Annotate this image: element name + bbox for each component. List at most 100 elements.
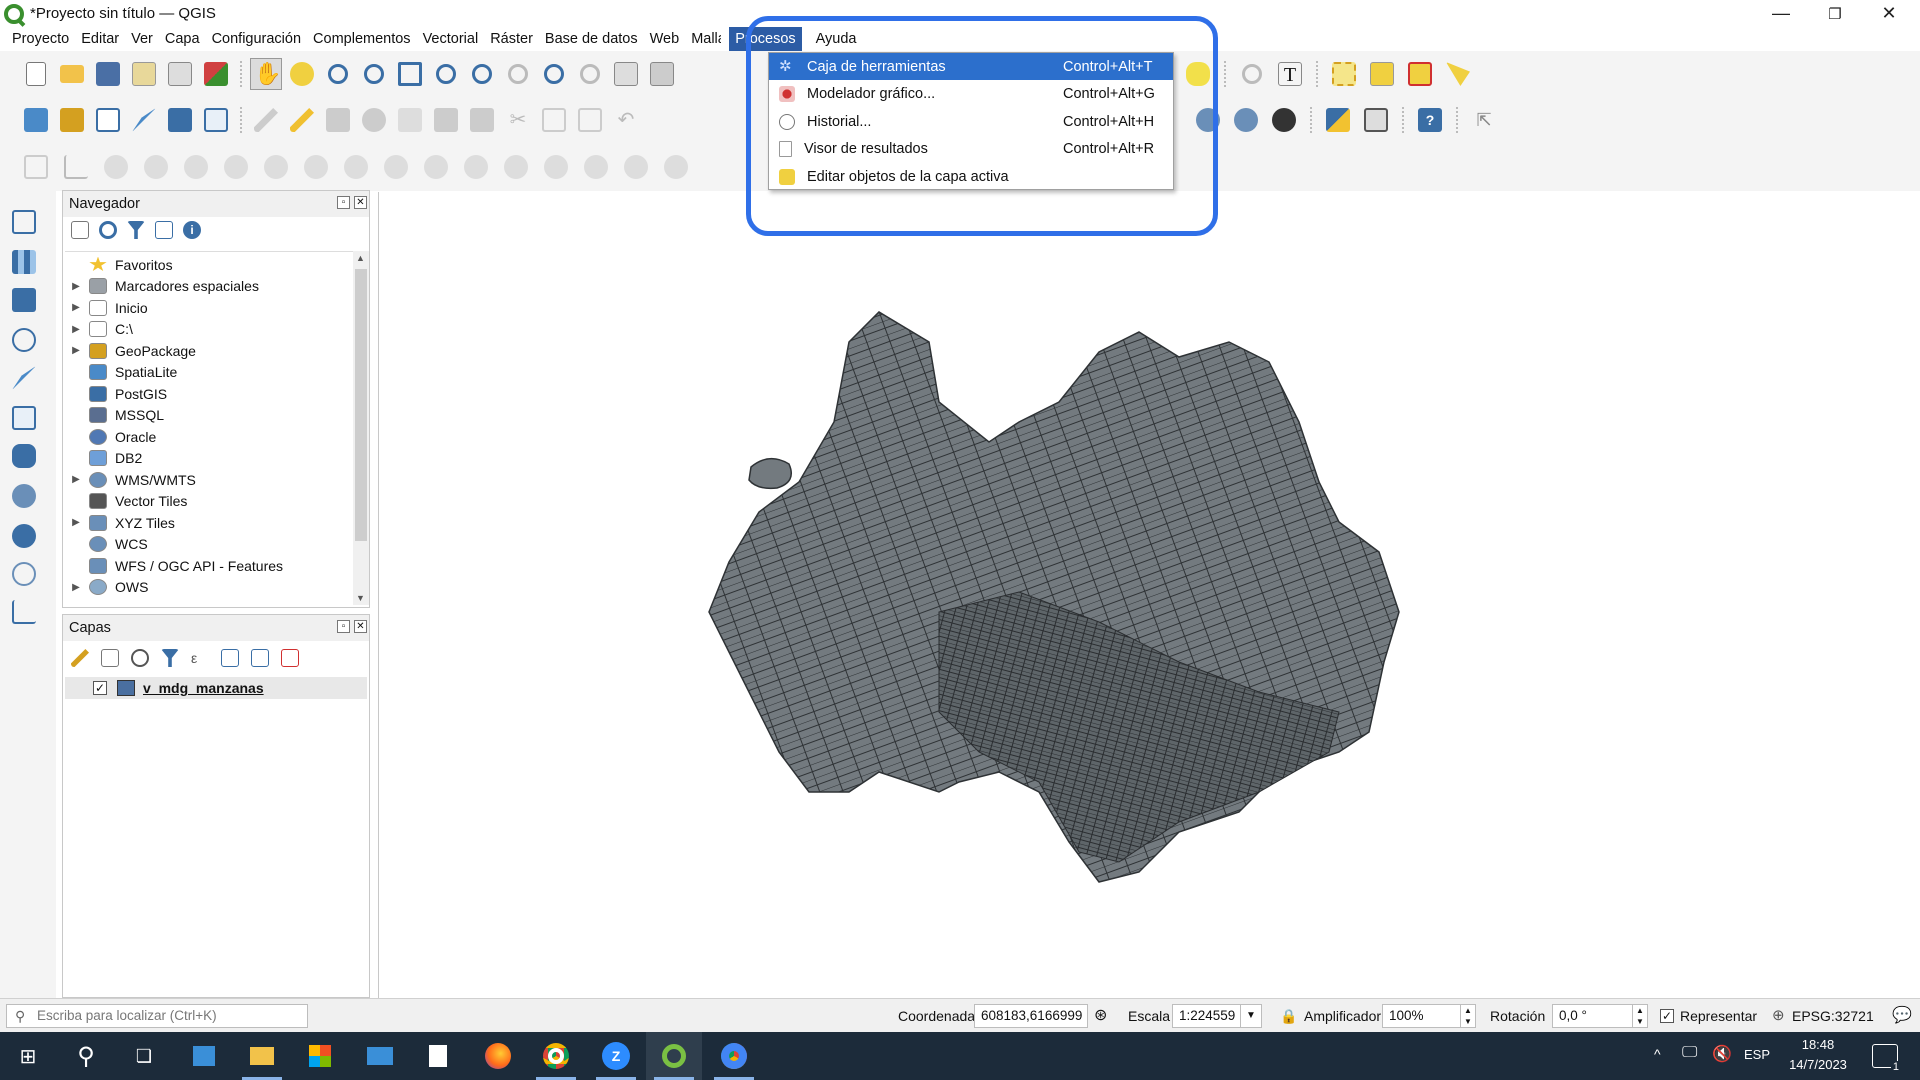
- deselect-button[interactable]: [1404, 58, 1436, 90]
- add-selected-icon[interactable]: [71, 221, 89, 239]
- metasearch-button[interactable]: [1268, 104, 1300, 136]
- pan-map-button[interactable]: ✋: [250, 58, 282, 90]
- edits-button[interactable]: [250, 104, 282, 136]
- menu-procesos[interactable]: Procesos: [729, 27, 802, 51]
- cut-features-button[interactable]: ✂: [502, 104, 534, 136]
- menu-proyecto[interactable]: Proyecto: [6, 27, 75, 51]
- network-icon[interactable]: 🖵: [1682, 1044, 1697, 1062]
- info-icon[interactable]: i: [183, 221, 201, 239]
- menu-item-caja-de-herramientas[interactable]: ✲ Caja de herramientas Control+Alt+T: [769, 53, 1173, 80]
- menu-editar[interactable]: Editar: [75, 27, 125, 51]
- clock-date[interactable]: 14/7/2023: [1778, 1057, 1858, 1072]
- taskbar-chrome-1[interactable]: [528, 1032, 584, 1080]
- taskbar-app-1[interactable]: [176, 1032, 232, 1080]
- coordinate-field[interactable]: 608183,6166999: [974, 1004, 1088, 1028]
- new-project-button[interactable]: [20, 58, 52, 90]
- add-virtual-layer-button[interactable]: [200, 104, 232, 136]
- menu-capa[interactable]: Capa: [159, 27, 206, 51]
- navigator-item[interactable]: Oracle: [65, 426, 156, 447]
- select-tool-button[interactable]: ⇱: [1468, 104, 1500, 136]
- expand-arrow-icon[interactable]: ▶: [69, 302, 83, 313]
- style-manager-button[interactable]: [200, 58, 232, 90]
- navigator-item[interactable]: MSSQL: [65, 405, 164, 426]
- digitize-17-button[interactable]: [660, 151, 692, 183]
- taskbar-store[interactable]: [292, 1032, 348, 1080]
- data-source-manager-button[interactable]: [20, 104, 52, 136]
- taskbar-mail[interactable]: [352, 1032, 408, 1080]
- undo-button[interactable]: ↶: [610, 104, 642, 136]
- filter-expression-icon[interactable]: ε: [191, 649, 209, 667]
- digitize-9-button[interactable]: [340, 151, 372, 183]
- digitize-6-button[interactable]: [220, 151, 252, 183]
- modify-attributes-button[interactable]: [430, 104, 462, 136]
- save-project-button[interactable]: [92, 58, 124, 90]
- navigator-item[interactable]: ▶ Inicio: [65, 297, 148, 318]
- python-console-button[interactable]: [1322, 104, 1354, 136]
- new-map-view-button[interactable]: [610, 58, 642, 90]
- lock-icon[interactable]: 🔒: [1280, 1004, 1297, 1028]
- copy-features-button[interactable]: [538, 104, 570, 136]
- navigator-item[interactable]: ▶ Marcadores espaciales: [65, 276, 259, 297]
- add-raster-layer-button[interactable]: [8, 246, 40, 278]
- navigator-item[interactable]: Vector Tiles: [65, 491, 187, 512]
- refresh-icon[interactable]: [99, 221, 117, 239]
- paste-features-button[interactable]: [574, 104, 606, 136]
- digitize-13-button[interactable]: [500, 151, 532, 183]
- language-indicator[interactable]: ESP: [1744, 1047, 1770, 1062]
- navigator-item[interactable]: ▶ WMS/WMTS: [65, 469, 196, 490]
- layout-manager-button[interactable]: [164, 58, 196, 90]
- menu-item-historial[interactable]: Historial... Control+Alt+H: [769, 108, 1173, 135]
- show-hidden-icons-icon[interactable]: ^: [1654, 1046, 1661, 1062]
- vertex-tool-button[interactable]: [394, 104, 426, 136]
- navigator-item[interactable]: PostGIS: [65, 383, 167, 404]
- digitize-8-button[interactable]: [300, 151, 332, 183]
- float-layers-panel-icon[interactable]: ▫: [337, 620, 350, 633]
- minimize-button[interactable]: —: [1754, 0, 1808, 27]
- digitize-15-button[interactable]: [580, 151, 612, 183]
- menu-item-editar-objetos[interactable]: Editar objetos de la capa activa: [769, 163, 1173, 190]
- zoom-next-button[interactable]: [574, 58, 606, 90]
- restore-button[interactable]: ❐: [1808, 0, 1862, 27]
- open-project-button[interactable]: [56, 58, 88, 90]
- new-layer-side-button[interactable]: [8, 596, 40, 628]
- layer-styling-icon[interactable]: [71, 649, 89, 667]
- new-print-layout-button[interactable]: [128, 58, 160, 90]
- float-panel-icon[interactable]: ▫: [337, 196, 350, 209]
- digitize-12-button[interactable]: [460, 151, 492, 183]
- menu-ver[interactable]: Ver: [125, 27, 159, 51]
- select-features-button[interactable]: [1328, 58, 1360, 90]
- close-layers-panel-icon[interactable]: ✕: [354, 620, 367, 633]
- zoom-to-layer-button[interactable]: [466, 58, 498, 90]
- add-group-icon[interactable]: [101, 649, 119, 667]
- expand-arrow-icon[interactable]: ▶: [69, 324, 83, 335]
- layer-row[interactable]: ✓ v_mdg_manzanas: [65, 677, 367, 699]
- scale-dropdown-arrow-icon[interactable]: ▼: [1240, 1004, 1262, 1028]
- expand-arrow-icon[interactable]: ▶: [69, 582, 83, 593]
- expand-all-icon[interactable]: [221, 649, 239, 667]
- toggle-extents-icon[interactable]: ⊛: [1094, 1004, 1107, 1028]
- navigator-item[interactable]: ▶ C:\: [65, 319, 133, 340]
- add-feature-button[interactable]: [358, 104, 390, 136]
- new-3d-map-view-button[interactable]: [646, 58, 678, 90]
- volume-muted-icon[interactable]: 🔇: [1712, 1044, 1732, 1064]
- navigator-item[interactable]: WFS / OGC API - Features: [65, 555, 283, 576]
- navigator-item[interactable]: ▶ GeoPackage: [65, 340, 196, 361]
- digitize-5-button[interactable]: [180, 151, 212, 183]
- taskbar-notepad[interactable]: [410, 1032, 466, 1080]
- add-vector-layer-button[interactable]: [92, 104, 124, 136]
- navigator-item[interactable]: ▶ XYZ Tiles: [65, 512, 175, 533]
- menu-complementos[interactable]: Complementos: [307, 27, 417, 51]
- add-postgis-button[interactable]: [8, 440, 40, 472]
- crs-button[interactable]: EPSG:32721: [1792, 1004, 1874, 1028]
- expand-arrow-icon[interactable]: ▶: [69, 474, 83, 485]
- zoom-out-button[interactable]: [358, 58, 390, 90]
- identify-button[interactable]: [1236, 58, 1268, 90]
- add-wms-side-button[interactable]: [8, 480, 40, 512]
- menu-base-de-datos[interactable]: Base de datos: [539, 27, 644, 51]
- navigator-item[interactable]: DB2: [65, 448, 142, 469]
- navigator-item[interactable]: SpatiaLite: [65, 362, 177, 383]
- taskbar-zoom[interactable]: Z: [588, 1032, 644, 1080]
- remove-layer-icon[interactable]: [281, 649, 299, 667]
- menu-web[interactable]: Web: [644, 27, 686, 51]
- digitize-1-button[interactable]: [20, 151, 52, 183]
